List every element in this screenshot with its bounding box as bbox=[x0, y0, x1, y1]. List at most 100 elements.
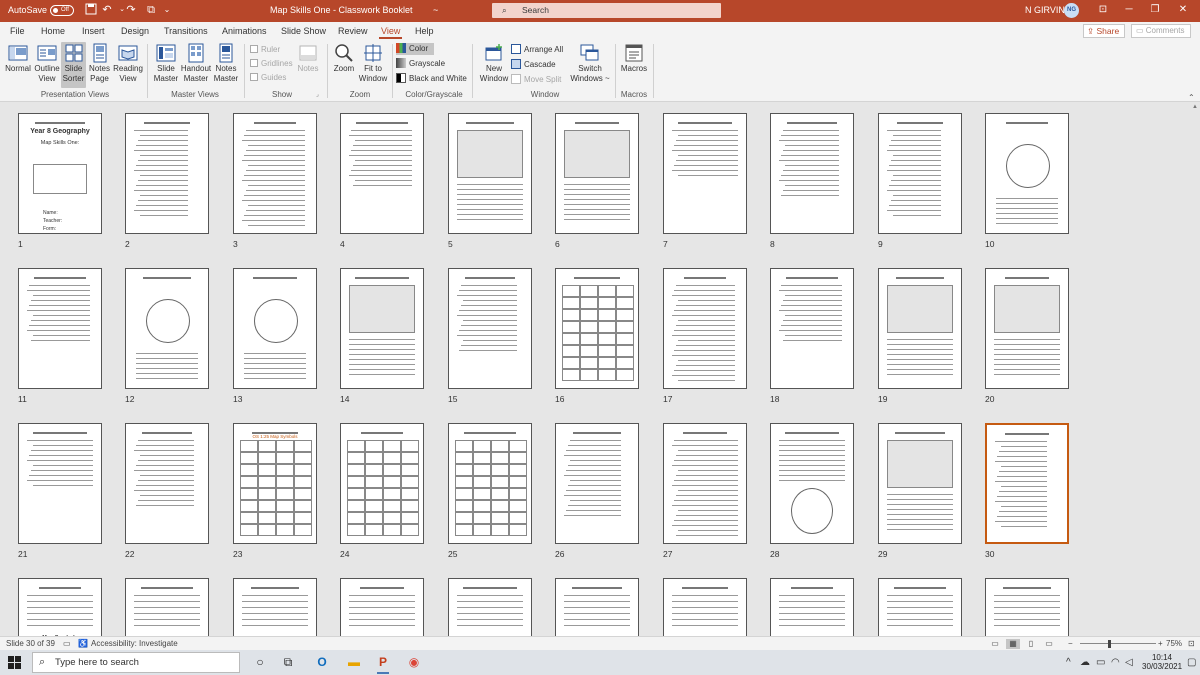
slide-thumbnail[interactable] bbox=[340, 268, 424, 389]
tab-view[interactable]: View bbox=[378, 26, 403, 39]
autosave-toggle[interactable]: Off bbox=[50, 5, 74, 16]
tray-chevron-up-icon[interactable]: ^ bbox=[1066, 657, 1071, 668]
close-icon[interactable]: ✕ bbox=[1168, 2, 1198, 18]
slide-thumbnail[interactable] bbox=[125, 113, 209, 234]
tab-slide-show[interactable]: Slide Show bbox=[281, 26, 326, 36]
notifications-icon[interactable]: ▢ bbox=[1187, 657, 1196, 668]
dialog-launcher-icon[interactable]: ⌟ bbox=[316, 91, 319, 98]
slide-thumbnail[interactable] bbox=[233, 268, 317, 389]
slide-thumbnail[interactable] bbox=[125, 578, 209, 636]
ruler-checkbox[interactable]: Ruler bbox=[250, 44, 280, 56]
slide-thumbnail[interactable] bbox=[770, 113, 854, 234]
black-and-white-option[interactable]: Black and White bbox=[396, 73, 467, 85]
slide-thumbnail[interactable]: Map Symbols bbox=[18, 578, 102, 636]
vertical-scrollbar[interactable] bbox=[1190, 103, 1200, 636]
tab-design[interactable]: Design bbox=[121, 26, 149, 36]
language-icon[interactable]: ▭ bbox=[63, 639, 71, 648]
slide-thumbnail[interactable] bbox=[985, 268, 1069, 389]
title-menu-chevron-icon[interactable]: ~ bbox=[433, 5, 438, 15]
move-split-button[interactable]: Move Split bbox=[511, 74, 561, 86]
new-window-button[interactable]: New Window bbox=[478, 42, 510, 88]
cortana-icon[interactable]: ○ bbox=[251, 654, 269, 671]
tab-file[interactable]: File bbox=[10, 26, 25, 36]
slide-thumbnail[interactable] bbox=[448, 113, 532, 234]
slide-thumbnail[interactable] bbox=[448, 423, 532, 544]
slide-thumbnail[interactable] bbox=[448, 268, 532, 389]
taskbar-clock[interactable]: 10:14 30/03/2021 bbox=[1142, 653, 1182, 671]
cascade-button[interactable]: Cascade bbox=[511, 59, 556, 71]
tab-transitions[interactable]: Transitions bbox=[164, 26, 208, 36]
slide-sorter-status-icon[interactable]: ▦ bbox=[1006, 639, 1020, 649]
macros-button[interactable]: Macros bbox=[619, 42, 649, 88]
zoom-slider-handle[interactable] bbox=[1108, 640, 1111, 648]
chrome-icon[interactable]: ◉ bbox=[405, 654, 423, 671]
notes-button[interactable]: Notes bbox=[294, 42, 322, 88]
handout-master-button[interactable]: Handout Master bbox=[180, 42, 212, 88]
task-view-icon[interactable]: ⧉ bbox=[279, 654, 297, 671]
slide-thumbnail[interactable] bbox=[233, 113, 317, 234]
slide-thumbnail[interactable]: OS 1:25 Map Symbols bbox=[233, 423, 317, 544]
slide-sorter-button[interactable]: Slide Sorter bbox=[61, 42, 86, 88]
slideshow-status-icon[interactable]: ▭ bbox=[1042, 639, 1056, 649]
outlook-icon[interactable]: O bbox=[313, 654, 331, 671]
reading-view-status-icon[interactable]: ▯ bbox=[1024, 639, 1038, 649]
slide-thumbnail[interactable] bbox=[663, 268, 747, 389]
slide-thumbnail[interactable] bbox=[340, 423, 424, 544]
windows-start-icon[interactable] bbox=[8, 656, 21, 669]
search-box[interactable]: ⌕ Search bbox=[492, 3, 721, 18]
zoom-in-icon[interactable]: + bbox=[1158, 639, 1163, 648]
slide-thumbnail[interactable] bbox=[878, 268, 962, 389]
grayscale-option[interactable]: Grayscale bbox=[396, 58, 445, 70]
notes-page-button[interactable]: Notes Page bbox=[87, 42, 112, 88]
zoom-out-icon[interactable]: − bbox=[1068, 639, 1073, 648]
zoom-level[interactable]: 75% bbox=[1166, 639, 1182, 648]
arrange-all-button[interactable]: Arrange All bbox=[511, 44, 563, 56]
volume-icon[interactable]: ◁ bbox=[1125, 657, 1133, 668]
slide-thumbnail[interactable] bbox=[663, 113, 747, 234]
fit-to-window-button[interactable]: Fit to Window bbox=[358, 42, 388, 88]
slide-thumbnail[interactable] bbox=[18, 268, 102, 389]
slide-thumbnail[interactable] bbox=[663, 578, 747, 636]
slide-master-button[interactable]: Slide Master bbox=[152, 42, 180, 88]
battery-icon[interactable]: ▭ bbox=[1096, 657, 1105, 668]
slide-thumbnail[interactable] bbox=[878, 423, 962, 544]
slide-thumbnail[interactable] bbox=[555, 423, 639, 544]
accessibility-status[interactable]: Accessibility: Investigate bbox=[91, 639, 178, 648]
outline-view-button[interactable]: Outline View bbox=[33, 42, 61, 88]
collapse-ribbon-icon[interactable]: ⌃ bbox=[1188, 93, 1195, 102]
powerpoint-icon[interactable]: P bbox=[374, 654, 392, 674]
tab-animations[interactable]: Animations bbox=[222, 26, 267, 36]
reading-view-button[interactable]: Reading View bbox=[113, 42, 143, 88]
tab-help[interactable]: Help bbox=[415, 26, 434, 36]
zoom-slider[interactable] bbox=[1080, 643, 1156, 644]
gridlines-checkbox[interactable]: Gridlines bbox=[250, 58, 293, 70]
redo-icon[interactable]: ↷ bbox=[124, 3, 138, 17]
notes-master-button[interactable]: Notes Master bbox=[212, 42, 240, 88]
slide-thumbnail[interactable] bbox=[125, 423, 209, 544]
slide-thumbnail[interactable] bbox=[555, 113, 639, 234]
slide-thumbnail[interactable] bbox=[770, 268, 854, 389]
customize-icon[interactable]: ⌄ bbox=[160, 3, 174, 17]
onedrive-icon[interactable]: ☁ bbox=[1080, 657, 1090, 668]
share-button[interactable]: ⇪ Share bbox=[1083, 24, 1125, 38]
slide-thumbnail[interactable] bbox=[555, 578, 639, 636]
switch-windows-button[interactable]: Switch Windows ~ bbox=[570, 42, 610, 88]
slide-thumbnail[interactable] bbox=[125, 268, 209, 389]
slide-thumbnail[interactable] bbox=[18, 423, 102, 544]
tab-home[interactable]: Home bbox=[41, 26, 65, 36]
slide-thumbnail[interactable]: Year 8 Geography Map Skills One: Name: Teac… bbox=[18, 113, 102, 234]
slide-thumbnail[interactable] bbox=[770, 578, 854, 636]
comments-button[interactable]: ▭ Comments bbox=[1131, 24, 1191, 38]
slide-thumbnail[interactable] bbox=[663, 423, 747, 544]
start-from-beginning-icon[interactable]: ⧉ bbox=[144, 3, 158, 17]
undo-icon[interactable]: ↶ bbox=[100, 3, 114, 17]
slide-thumbnail[interactable] bbox=[770, 423, 854, 544]
avatar[interactable]: NG bbox=[1064, 3, 1079, 18]
slide-thumbnail[interactable] bbox=[340, 578, 424, 636]
slide-thumbnail[interactable] bbox=[878, 578, 962, 636]
slide-thumbnail[interactable] bbox=[448, 578, 532, 636]
file-explorer-icon[interactable]: ▬ bbox=[345, 654, 363, 671]
restore-icon[interactable]: ❐ bbox=[1140, 2, 1170, 18]
save-icon[interactable] bbox=[84, 3, 98, 17]
tab-insert[interactable]: Insert bbox=[82, 26, 105, 36]
